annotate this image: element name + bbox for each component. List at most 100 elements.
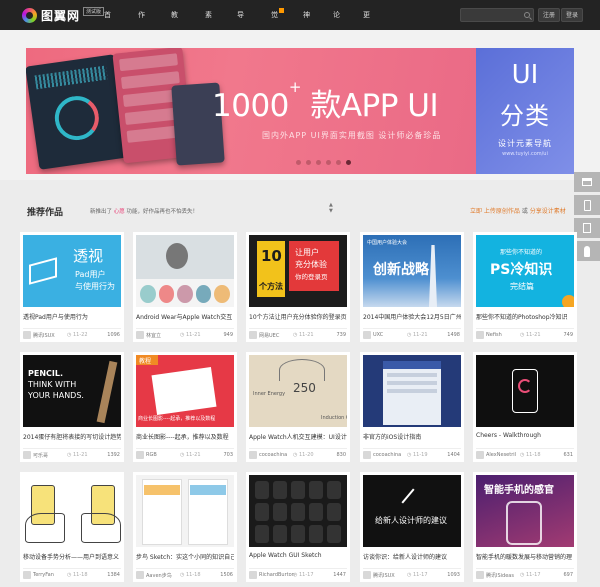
nav-item[interactable]: 论坛 [333,0,340,49]
card-title[interactable]: Android Wear与Apple Watch交互 [136,312,234,321]
card-thumbnail[interactable] [136,235,234,307]
card-thumbnail[interactable]: 透视 Pad用户 与使用行为 [23,235,121,307]
card-author[interactable]: TerryFan [33,572,54,578]
side-banner-ui-category[interactable]: UI 分类 设计元素导航 www.tuyiyi.com/ui [476,48,574,174]
card-author[interactable]: RichardBurton [259,572,295,578]
card-author[interactable]: UXC [373,332,383,338]
card-title[interactable]: Cheers - Walkthrough [476,432,574,439]
work-card[interactable]: 那些你不知道的 PS冷知识 完结篇那些你不知道的Photoshop冷知识 Nefis… [473,232,577,342]
avatar[interactable] [476,571,484,579]
work-card[interactable]: 中国用户体验大会 创新战略 2014中国用户体验大会12月5日广州 UXC ◷ 11… [360,232,464,342]
avatar[interactable] [23,451,31,459]
card-title[interactable]: 2014中国用户体验大会12月5日广州 [363,312,461,321]
back-to-top-button[interactable] [574,241,600,261]
register-button[interactable]: 注册 [538,8,561,22]
avatar[interactable] [363,451,371,459]
card-title[interactable]: 非官方的iOS设计指南 [363,432,461,441]
work-card[interactable]: Apple Watch GUI Sketch RichardBurton ◷ 1… [246,472,350,582]
card-thumbnail[interactable]: 给新人设计师的建议 [363,475,461,547]
wishlist-link[interactable]: 心愿 [114,209,125,215]
tool-mobile-button[interactable] [574,195,600,215]
search-input[interactable] [461,9,521,21]
card-title[interactable]: 10个方法让用户充分体验你的登录页 [249,312,347,321]
work-card[interactable]: 移动设备手势分析——用户到语意义 TerryFan ◷ 11-18 1384 [20,472,124,582]
avatar[interactable] [136,571,144,579]
search-icon[interactable] [524,12,530,18]
banner-pager-dot[interactable] [306,160,311,165]
tool-grid-button[interactable] [574,172,600,192]
avatar[interactable] [23,331,31,339]
card-thumbnail[interactable] [249,475,347,547]
nav-item[interactable]: 导航▼ [237,0,244,79]
card-title[interactable]: Apple Watch人机交互建模：UI设计 [249,432,347,441]
login-button[interactable]: 登录 [561,8,584,22]
work-card[interactable]: 智能手机的感官 智能手机的暖数发展与移动营销的理 腾讯ISideas ◷ 11-1… [473,472,577,582]
card-author[interactable]: 腾讯ISideas [486,572,514,579]
banner-pager-dot[interactable] [326,160,331,165]
nav-item[interactable]: 素材▼ [205,0,212,79]
upload-work-link[interactable]: 立即 上传原创作品 [470,208,520,215]
card-title[interactable]: 透视Pad用户与使用行为 [23,312,121,321]
nav-item[interactable]: 作品▼ [138,0,145,79]
banner-pager-dot[interactable] [316,160,321,165]
notice-scroll-arrows[interactable]: ▲ ▼ [329,202,333,214]
card-author[interactable]: 腾讯ISUX [373,572,395,579]
work-card[interactable]: 步鸟 Sketch：实这个小同的知识自己 Aaven步鸟 ◷ 11-18 150… [133,472,237,582]
nav-item[interactable]: 觉悟 [271,0,284,49]
card-author[interactable]: cocoachina [373,452,401,458]
work-card[interactable]: Android Wear与Apple Watch交互 林宜立 ◷ 11-21 9… [133,232,237,342]
work-card[interactable]: Cheers - Walkthrough AlexNesetril ◷ 11-1… [473,352,577,462]
avatar[interactable] [363,571,371,579]
tool-doc-button[interactable] [574,218,600,238]
card-author[interactable]: 腾讯ISUX [33,332,55,339]
card-author[interactable]: 可乐哥 [33,452,48,459]
work-card[interactable]: PENCIL. THINK WITH YOUR HANDS. 2014蛋仔有胆将表接的… [20,352,124,462]
card-thumbnail[interactable]: 那些你不知道的 PS冷知识 完结篇 [476,235,574,307]
card-title[interactable]: 商业长图影----起承，推荐以及数程 [136,432,234,441]
avatar[interactable] [249,451,257,459]
avatar[interactable] [249,571,257,579]
card-author[interactable]: 网易UEC [259,332,279,339]
nav-item[interactable]: 首页 [104,0,111,49]
card-thumbnail[interactable] [476,355,574,427]
avatar[interactable] [136,451,144,459]
banner-pager-dot[interactable] [346,160,351,165]
card-title[interactable]: 移动设备手势分析——用户到语意义 [23,552,121,561]
card-author[interactable]: 林宜立 [146,332,161,339]
banner-pager-dot[interactable] [336,160,341,165]
card-thumbnail[interactable]: 教程 商业长图影----起承，推荐以及数程 [136,355,234,427]
main-banner[interactable]: 1000+ 款APP UI 国内外APP UI界面实用截图 设计师必备珍品 [26,48,476,174]
work-card[interactable]: 透视 Pad用户 与使用行为 透视Pad用户与使用行为 腾讯ISUX ◷ 11-22 … [20,232,124,342]
nav-item[interactable]: 神器 [303,0,310,49]
avatar[interactable] [23,571,31,579]
card-thumbnail[interactable]: 智能手机的感官 [476,475,574,547]
work-card[interactable]: 教程 商业长图影----起承，推荐以及数程商业长图影----起承，推荐以及数程 R… [133,352,237,462]
card-thumbnail[interactable] [136,475,234,547]
share-material-link[interactable]: 分享设计素材 [530,208,566,215]
card-author[interactable]: cocoachina [259,452,287,458]
chevron-down-icon[interactable]: ▼ [329,208,333,214]
avatar[interactable] [249,331,257,339]
card-thumbnail[interactable]: 中国用户体验大会 创新战略 [363,235,461,307]
nav-item[interactable]: 教程▼ [171,0,178,79]
avatar[interactable] [476,331,484,339]
banner-pager-dot[interactable] [296,160,301,165]
card-author[interactable]: AlexNesetril [486,452,516,458]
work-card[interactable]: 10 让用户 充分体验 你的登录页 个方法 10个方法让用户充分体验你的登录页 网易UEC… [246,232,350,342]
card-thumbnail[interactable]: PENCIL. THINK WITH YOUR HANDS. [23,355,121,427]
card-title[interactable]: Apple Watch GUI Sketch [249,552,347,559]
card-thumbnail[interactable]: 10 让用户 充分体验 你的登录页 个方法 [249,235,347,307]
work-card[interactable]: 给新人设计师的建议 访谈你识：给新人设计师的建议 腾讯ISUX ◷ 11-17 1… [360,472,464,582]
card-title[interactable]: 访谈你识：给新人设计师的建议 [363,552,461,561]
card-title[interactable]: 2014蛋仔有胆将表接的写切设计趋势 [23,432,121,441]
card-thumbnail[interactable] [363,355,461,427]
card-title[interactable]: 那些你不知道的Photoshop冷知识 [476,312,574,321]
avatar[interactable] [476,451,484,459]
card-author[interactable]: RGB [146,452,157,458]
work-card[interactable]: 非官方的iOS设计指南 cocoachina ◷ 11-19 1404 [360,352,464,462]
card-author[interactable]: Nefish [486,332,502,338]
card-title[interactable]: 步鸟 Sketch：实这个小同的知识自己 [136,552,234,561]
nav-item[interactable]: 更多▼ [363,0,370,79]
work-card[interactable]: Inner Energy 250 Induction O Apple Watch人机交… [246,352,350,462]
avatar[interactable] [363,331,371,339]
